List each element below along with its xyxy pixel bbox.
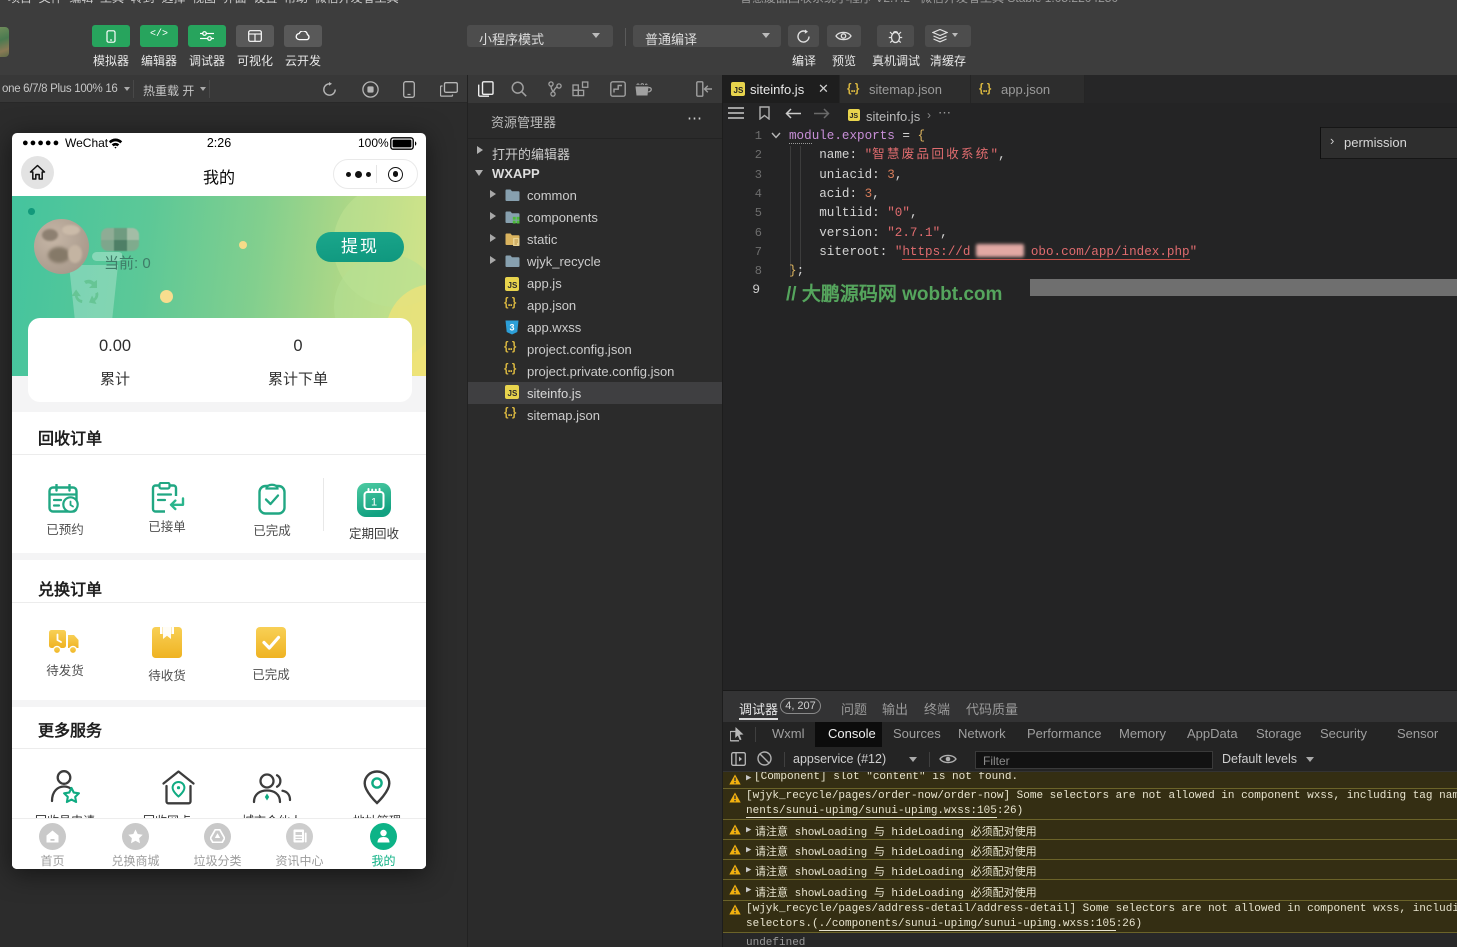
svg-text:1: 1 [371,497,377,509]
svg-text:3: 3 [509,323,514,333]
